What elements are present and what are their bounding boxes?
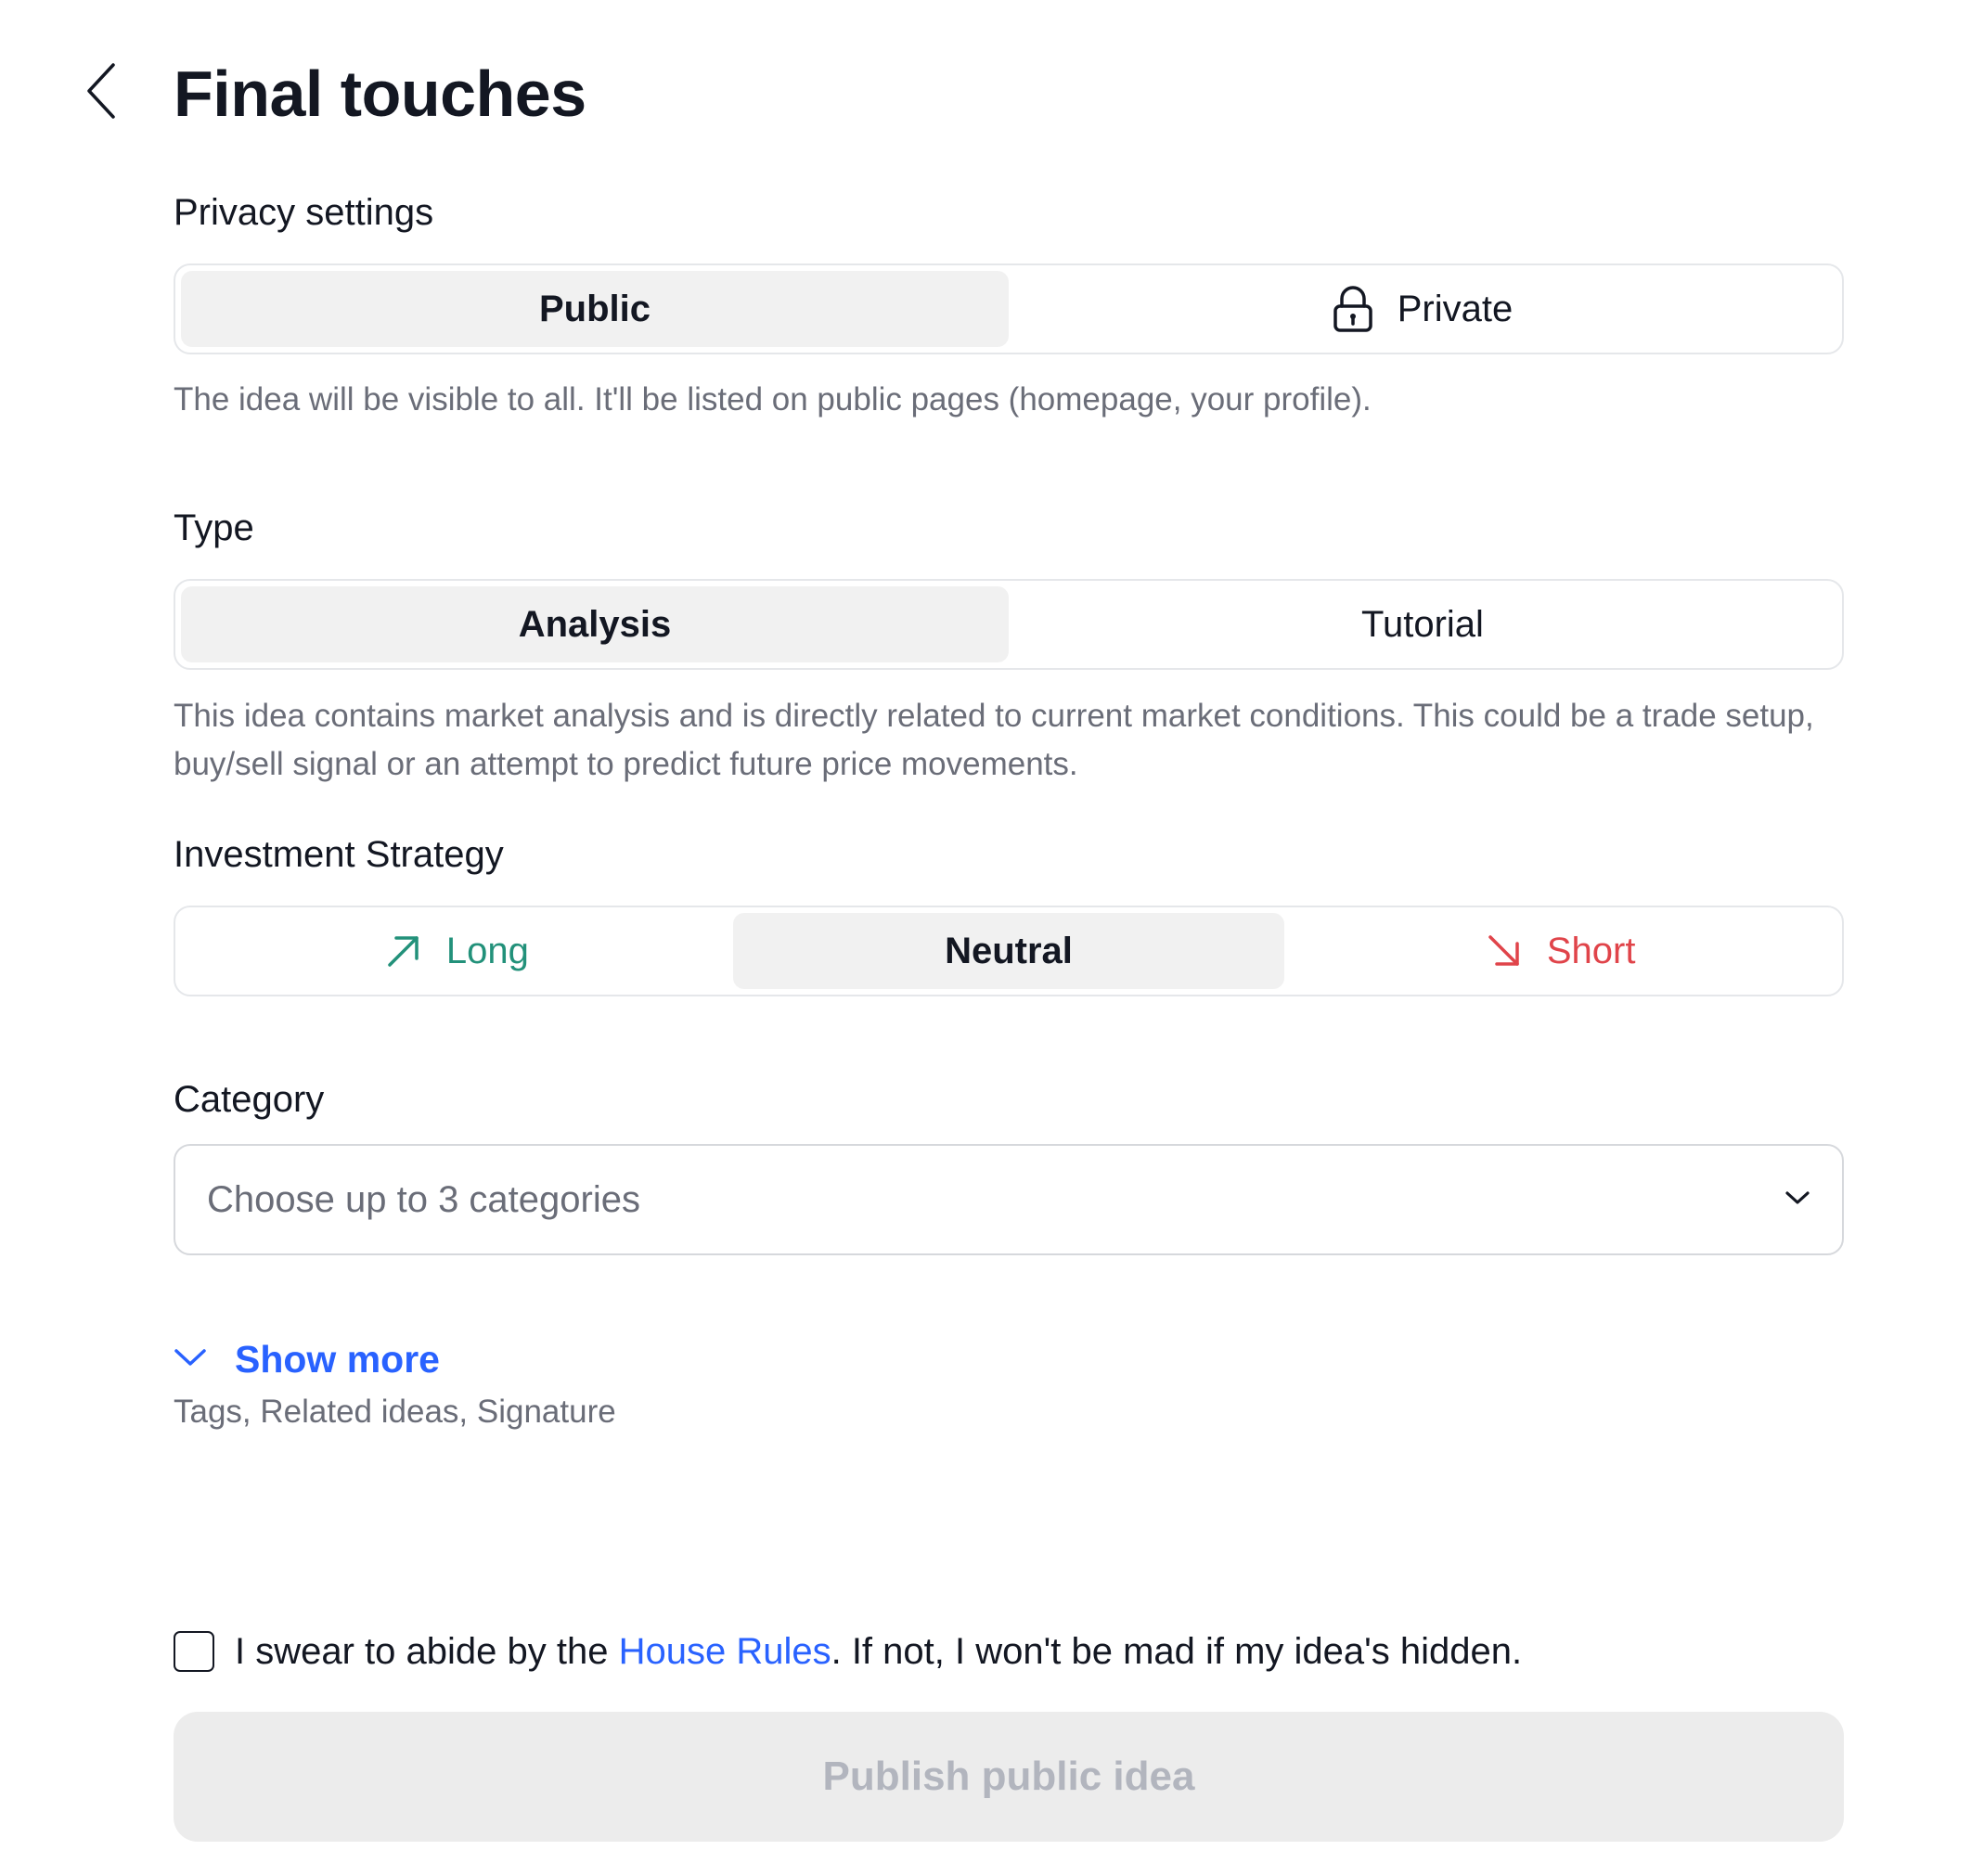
category-label: Category <box>174 1079 325 1120</box>
type-segmented-control: Analysis Tutorial <box>174 579 1844 670</box>
type-option-analysis[interactable]: Analysis <box>181 586 1009 662</box>
strategy-option-neutral-label: Neutral <box>945 930 1073 971</box>
show-more-label: Show more <box>235 1337 440 1381</box>
type-option-tutorial[interactable]: Tutorial <box>1009 586 1836 662</box>
publish-button[interactable]: Publish public idea <box>174 1712 1844 1842</box>
agreement-text: I swear to abide by the House Rules. If … <box>235 1631 1522 1673</box>
type-option-analysis-label: Analysis <box>518 603 672 645</box>
show-more-toggle[interactable]: Show more <box>174 1331 440 1387</box>
agree-checkbox[interactable] <box>174 1631 214 1672</box>
investment-strategy-label: Investment Strategy <box>174 834 504 875</box>
privacy-segmented-control: Public Private <box>174 263 1844 354</box>
privacy-option-private[interactable]: Private <box>1009 271 1836 347</box>
lock-icon <box>1333 286 1373 332</box>
house-rules-link[interactable]: House Rules <box>619 1631 831 1672</box>
privacy-option-public-label: Public <box>538 288 651 329</box>
house-rules-agreement: I swear to abide by the House Rules. If … <box>174 1624 1522 1679</box>
arrow-up-right-icon <box>385 932 422 970</box>
privacy-option-private-label: Private <box>1397 288 1514 329</box>
strategy-option-long[interactable]: Long <box>181 913 733 989</box>
agreement-prefix: I swear to abide by the <box>235 1630 619 1672</box>
strategy-option-short[interactable]: Short <box>1284 913 1836 989</box>
category-select[interactable]: Choose up to 3 categories <box>174 1144 1844 1255</box>
privacy-settings-label: Privacy settings <box>174 192 434 233</box>
strategy-option-neutral[interactable]: Neutral <box>732 913 1285 989</box>
strategy-option-short-label: Short <box>1546 930 1636 971</box>
privacy-option-public[interactable]: Public <box>181 271 1009 347</box>
back-button[interactable] <box>74 56 130 130</box>
type-label: Type <box>174 508 254 548</box>
privacy-help-text: The idea will be visible to all. It'll b… <box>174 381 1372 418</box>
chevron-down-icon <box>1784 1189 1810 1211</box>
page-title: Final touches <box>174 58 586 130</box>
type-help-text: This idea contains market analysis and i… <box>174 698 1814 782</box>
type-option-tutorial-label: Tutorial <box>1361 603 1484 645</box>
strategy-option-long-label: Long <box>445 930 529 971</box>
agreement-suffix: . If not, I won't be mad if my idea's hi… <box>831 1630 1523 1672</box>
strategy-segmented-control: Long Neutral Short <box>174 906 1844 996</box>
category-placeholder: Choose up to 3 categories <box>207 1178 640 1220</box>
chevron-left-icon <box>84 61 121 125</box>
show-more-subtitle: Tags, Related ideas, Signature <box>174 1394 616 1430</box>
chevron-down-icon <box>174 1347 207 1372</box>
arrow-down-right-icon <box>1486 932 1523 970</box>
